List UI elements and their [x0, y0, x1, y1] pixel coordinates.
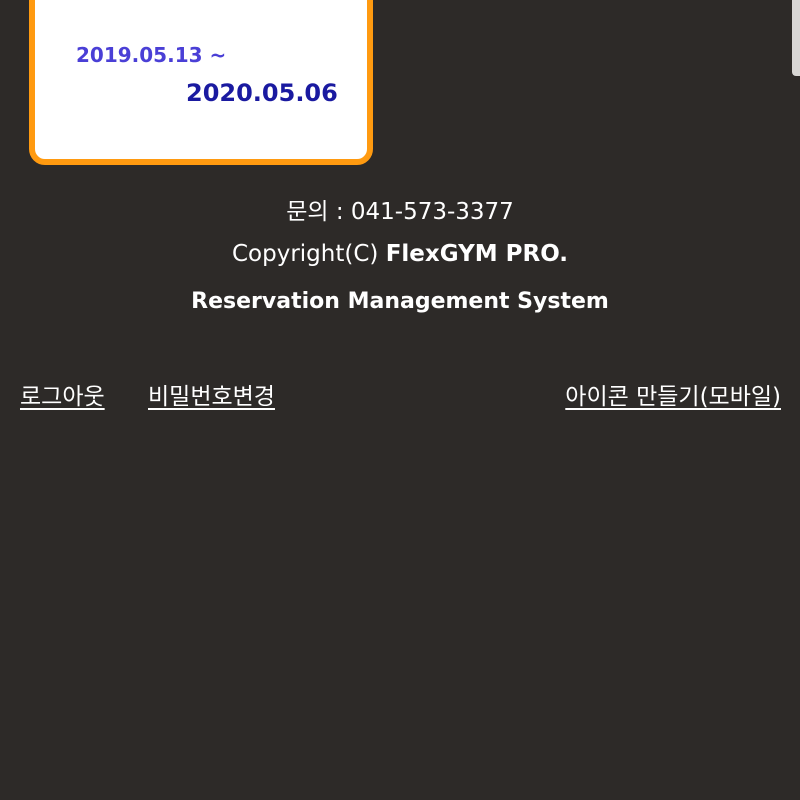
make-icon-mobile-link[interactable]: 아이콘 만들기(모바일): [565, 377, 781, 411]
scrollbar[interactable]: [792, 0, 800, 76]
logout-link[interactable]: 로그아웃: [20, 377, 105, 411]
change-password-link[interactable]: 비밀번호변경: [148, 377, 275, 411]
copyright-brand: FlexGYM PRO.: [385, 241, 568, 267]
system-name: Reservation Management System: [191, 289, 609, 314]
contact-phone: 문의 : 041-573-3377: [286, 199, 514, 225]
membership-start-date: 2019.05.13 ~: [76, 43, 227, 67]
page: 2019.05.13 ~ 2020.05.06 문의 : 041-573-337…: [0, 0, 800, 800]
membership-card: 2019.05.13 ~ 2020.05.06: [29, 0, 373, 165]
copyright-prefix: Copyright(C): [231, 241, 386, 267]
membership-end-date: 2020.05.06: [186, 79, 338, 107]
copyright: Copyright(C) FlexGYM PRO.: [0, 241, 800, 267]
